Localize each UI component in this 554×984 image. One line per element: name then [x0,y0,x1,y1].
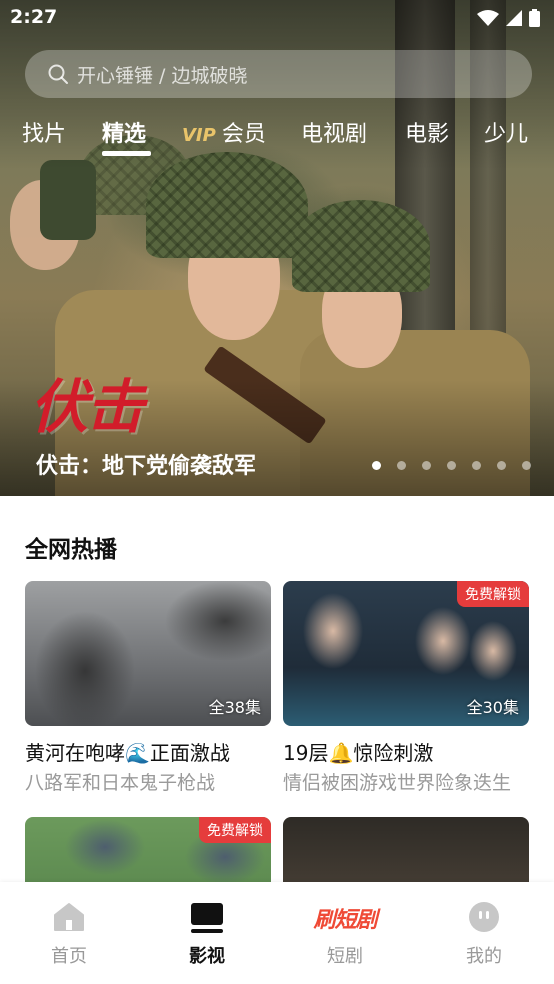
home-icon [54,903,84,931]
nav-label: 影视 [189,946,225,967]
card-thumbnail[interactable]: 全38集 [25,581,271,726]
status-icons [477,9,540,27]
carousel-dot [372,461,381,470]
tv-icon [191,903,223,933]
carousel-dot [472,461,481,470]
card-subtitle: 情侣被困游戏世界险象迭生 [283,772,512,794]
wifi-icon [477,10,499,26]
vip-icon: VIP [182,125,216,146]
tab-featured[interactable]: 精选 [102,116,146,148]
carousel-dot [422,461,431,470]
nav-label: 首页 [51,946,87,967]
tab-vip-label: 会员 [221,122,266,147]
hero-title[interactable]: 伏击：地下党偷袭敌军 [36,448,256,480]
nav-profile[interactable]: 我的 [439,882,529,984]
tab-tv-series[interactable]: 电视剧 [301,116,367,148]
carousel-dot [447,461,456,470]
hero-show-logo: 伏击 [30,373,144,441]
search-icon [48,64,68,84]
search-placeholder: 开心锤锤 / 边城破晓 [77,64,248,87]
short-drama-logo: 刷短剧 [313,908,377,933]
episode-count: 全38集 [208,698,261,717]
card-title[interactable]: 19层🔔惊险刺激 [283,737,433,766]
free-unlock-badge: 免费解锁 [457,581,529,607]
card-thumbnail[interactable]: 免费解锁 全30集 [283,581,529,726]
episode-count: 全30集 [466,698,519,717]
bottom-navigation: 首页 影视 刷短剧 短剧 我的 [0,882,554,984]
nav-short-drama[interactable]: 刷短剧 短剧 [300,882,390,984]
tab-vip[interactable]: VIP 会员 [182,116,266,148]
tab-active-indicator [102,151,151,156]
carousel-dot [497,461,506,470]
profile-icon [469,902,499,932]
carousel-dot [397,461,406,470]
tab-find[interactable]: 找片 [22,116,66,148]
nav-label: 短剧 [327,946,363,967]
category-tabs: 找片 精选 VIP 会员 电视剧 电影 少儿 [0,116,554,164]
soldier-helmet [292,200,430,292]
card-title[interactable]: 黄河在咆哮🌊正面激战 [25,737,230,766]
carousel-dot [522,461,531,470]
tab-movies[interactable]: 电影 [405,116,449,148]
signal-icon [506,10,522,26]
carousel-indicator [372,461,531,470]
free-unlock-badge: 免费解锁 [199,817,271,843]
nav-home[interactable]: 首页 [24,882,114,984]
card-subtitle: 八路军和日本鬼子枪战 [25,772,216,794]
section-title: 全网热播 [25,537,117,563]
status-time: 2:27 [10,6,58,28]
tab-kids[interactable]: 少儿 [484,116,528,148]
nav-video[interactable]: 影视 [162,882,252,984]
nav-label: 我的 [466,946,502,967]
battery-icon [529,9,540,27]
search-bar[interactable]: 开心锤锤 / 边城破晓 [25,50,532,98]
gloved-hand [40,160,96,240]
